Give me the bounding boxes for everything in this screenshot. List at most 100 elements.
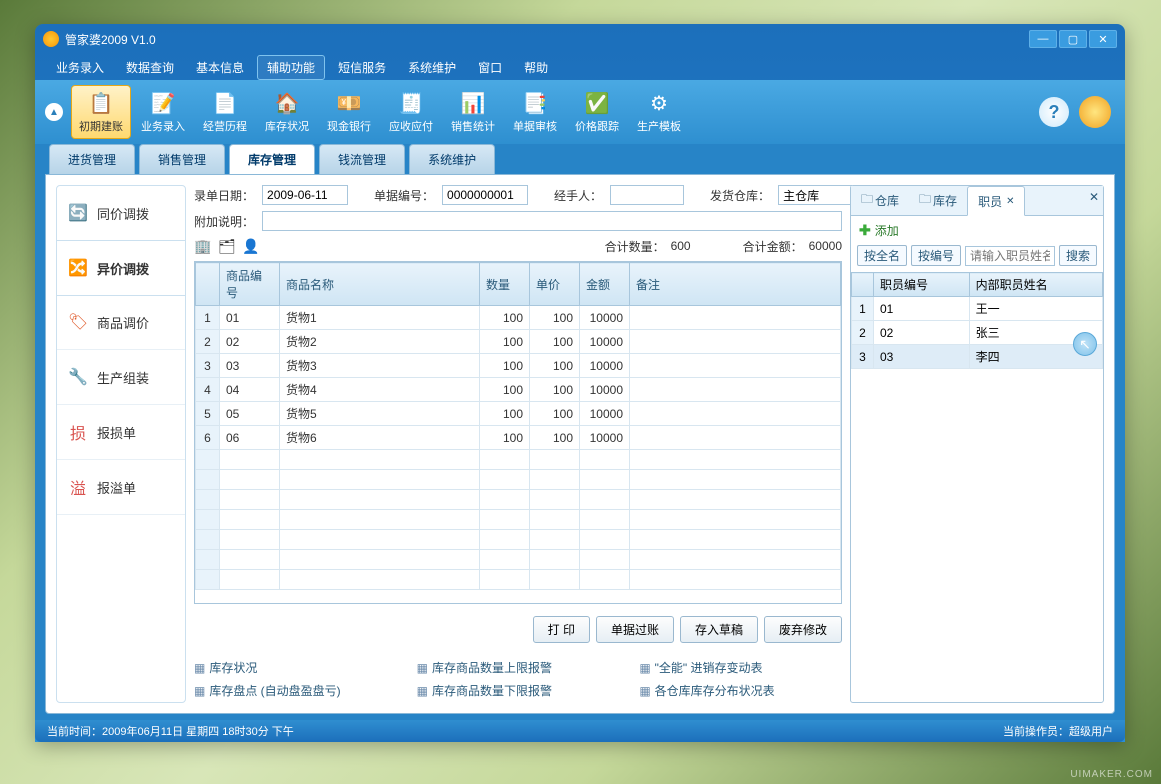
- grid-icon-list[interactable]: 🗂: [218, 237, 236, 255]
- table-row[interactable]: 101货物110010010000: [196, 306, 841, 330]
- menu-item-3[interactable]: 辅助功能: [257, 55, 325, 80]
- toolbar-button-3[interactable]: 🏠库存状况: [257, 85, 317, 139]
- right-panel-tab-1[interactable]: 🗀库存: [909, 186, 967, 215]
- link-item-1[interactable]: ▦库存商品数量上限报警: [417, 659, 620, 676]
- rp-grid-header-1[interactable]: 职员编号: [874, 273, 970, 297]
- notes-input[interactable]: [262, 211, 842, 231]
- menu-item-5[interactable]: 系统维护: [399, 56, 465, 79]
- toolbar-button-0[interactable]: 📋初期建账: [71, 85, 131, 139]
- link-grid-icon: ▦: [639, 684, 650, 698]
- nav-item-5[interactable]: 溢报溢单: [57, 460, 185, 515]
- table-row[interactable]: [196, 470, 841, 490]
- statusbar: 当前时间： 2009年06月11日 星期四 18时30分 下午 当前操作员： 超…: [35, 720, 1125, 742]
- search-button[interactable]: 搜索: [1059, 245, 1097, 266]
- grid-header-2[interactable]: 商品名称: [280, 263, 480, 306]
- nav-item-0[interactable]: 🔄同价调拨: [57, 186, 185, 241]
- toolbar-button-7[interactable]: 📑单据审核: [505, 85, 565, 139]
- grid-header-5[interactable]: 金额: [580, 263, 630, 306]
- right-panel-tab-2[interactable]: 职员✕: [967, 186, 1025, 216]
- gold-icon[interactable]: [1079, 96, 1111, 128]
- table-row[interactable]: [196, 510, 841, 530]
- main-tab-2[interactable]: 库存管理: [229, 144, 315, 174]
- search-code-button[interactable]: 按编号: [911, 245, 961, 266]
- table-row[interactable]: 404货物410010010000: [196, 378, 841, 402]
- table-row[interactable]: 505货物510010010000: [196, 402, 841, 426]
- grid-header-0[interactable]: [196, 263, 220, 306]
- add-label: 添加: [875, 222, 899, 239]
- table-row[interactable]: [196, 490, 841, 510]
- search-input[interactable]: [965, 246, 1055, 266]
- toolbar-button-2[interactable]: 📄经营历程: [195, 85, 255, 139]
- grid-header-3[interactable]: 数量: [480, 263, 530, 306]
- menu-item-1[interactable]: 数据查询: [117, 56, 183, 79]
- handler-input[interactable]: [610, 185, 684, 205]
- table-row[interactable]: [196, 450, 841, 470]
- toolbar-collapse-button[interactable]: ▲: [45, 103, 63, 121]
- right-panel: ✕ 🗀仓库🗀库存职员✕ ✚ 添加 按全名 按编号 搜索 职员编号内部职员姓名10…: [850, 185, 1104, 703]
- rp-grid-header-2[interactable]: 内部职员姓名: [969, 273, 1102, 297]
- main-tab-0[interactable]: 进货管理: [49, 144, 135, 174]
- main-panel: 🔄同价调拨🔀异价调拨🏷商品调价🔧生产组装损报损单溢报溢单 录单日期： 单据编号：…: [45, 174, 1115, 714]
- toolbar-button-8[interactable]: ✅价格跟踪: [567, 85, 627, 139]
- doc-no-input[interactable]: [442, 185, 528, 205]
- close-button[interactable]: ✕: [1089, 30, 1117, 48]
- toolbar-button-4[interactable]: 💴现金银行: [319, 85, 379, 139]
- toolbar-button-1[interactable]: 📝业务录入: [133, 85, 193, 139]
- help-icon[interactable]: ?: [1039, 97, 1069, 127]
- menu-item-0[interactable]: 业务录入: [47, 56, 113, 79]
- menu-item-6[interactable]: 窗口: [469, 56, 511, 79]
- action-button-1[interactable]: 单据过账: [596, 616, 674, 643]
- warehouse-input[interactable]: [778, 185, 852, 205]
- link-item-3[interactable]: ▦库存盘点 (自动盘盈盘亏): [194, 682, 397, 699]
- nav-item-1[interactable]: 🔀异价调拨: [56, 240, 186, 296]
- main-tab-1[interactable]: 销售管理: [139, 144, 225, 174]
- action-button-3[interactable]: 废弃修改: [764, 616, 842, 643]
- tab-close-icon[interactable]: ✕: [1006, 196, 1014, 207]
- rp-table-row[interactable]: 202张三: [852, 321, 1103, 345]
- entry-date-input[interactable]: [262, 185, 348, 205]
- menu-item-2[interactable]: 基本信息: [187, 56, 253, 79]
- center-area: 录单日期： 单据编号： 经手人： 发货仓库： 附加说明： 🏢 🗂 👤: [194, 185, 842, 703]
- table-row[interactable]: [196, 570, 841, 590]
- grid-header-4[interactable]: 单价: [530, 263, 580, 306]
- link-item-5[interactable]: ▦各仓库库存分布状况表: [639, 682, 842, 699]
- right-panel-tab-0[interactable]: 🗀仓库: [851, 186, 909, 215]
- nav-item-3[interactable]: 🔧生产组装: [57, 350, 185, 405]
- main-tab-3[interactable]: 钱流管理: [319, 144, 405, 174]
- right-panel-grid[interactable]: 职员编号内部职员姓名101王一202张三303李四 ↖: [851, 272, 1103, 702]
- nav-item-4[interactable]: 损报损单: [57, 405, 185, 460]
- table-row[interactable]: [196, 550, 841, 570]
- grid-header-1[interactable]: 商品编号: [220, 263, 280, 306]
- action-button-0[interactable]: 打 印: [533, 616, 590, 643]
- main-tab-4[interactable]: 系统维护: [409, 144, 495, 174]
- link-item-4[interactable]: ▦库存商品数量下限报警: [417, 682, 620, 699]
- grid-header-6[interactable]: 备注: [630, 263, 841, 306]
- add-button[interactable]: ✚ 添加: [851, 216, 1103, 245]
- nav-icon-5: 溢: [67, 476, 89, 498]
- minimize-button[interactable]: —: [1029, 30, 1057, 48]
- grid-icon-person[interactable]: 👤: [242, 237, 260, 255]
- data-grid[interactable]: 商品编号商品名称数量单价金额备注101货物110010010000202货物21…: [194, 261, 842, 604]
- toolbar-button-9[interactable]: ⚙生产模板: [629, 85, 689, 139]
- watermark: UIMAKER.COM: [1070, 769, 1153, 780]
- toolbar-button-6[interactable]: 📊销售统计: [443, 85, 503, 139]
- action-button-2[interactable]: 存入草稿: [680, 616, 758, 643]
- link-item-0[interactable]: ▦库存状况: [194, 659, 397, 676]
- search-fullname-button[interactable]: 按全名: [857, 245, 907, 266]
- table-row[interactable]: 202货物210010010000: [196, 330, 841, 354]
- arrow-up-icon[interactable]: ↖: [1073, 332, 1097, 356]
- grid-icon-building[interactable]: 🏢: [194, 237, 212, 255]
- right-panel-close-icon[interactable]: ✕: [1089, 190, 1099, 204]
- maximize-button[interactable]: ▢: [1059, 30, 1087, 48]
- toolbar-button-5[interactable]: 🧾应收应付: [381, 85, 441, 139]
- table-row[interactable]: 303货物310010010000: [196, 354, 841, 378]
- rp-table-row[interactable]: 303李四: [852, 345, 1103, 369]
- rp-grid-header-0[interactable]: [852, 273, 874, 297]
- menu-item-7[interactable]: 帮助: [515, 56, 557, 79]
- nav-item-2[interactable]: 🏷商品调价: [57, 295, 185, 350]
- menu-item-4[interactable]: 短信服务: [329, 56, 395, 79]
- rp-table-row[interactable]: 101王一: [852, 297, 1103, 321]
- table-row[interactable]: [196, 530, 841, 550]
- link-item-2[interactable]: ▦"全能" 进销存变动表: [639, 659, 842, 676]
- table-row[interactable]: 606货物610010010000: [196, 426, 841, 450]
